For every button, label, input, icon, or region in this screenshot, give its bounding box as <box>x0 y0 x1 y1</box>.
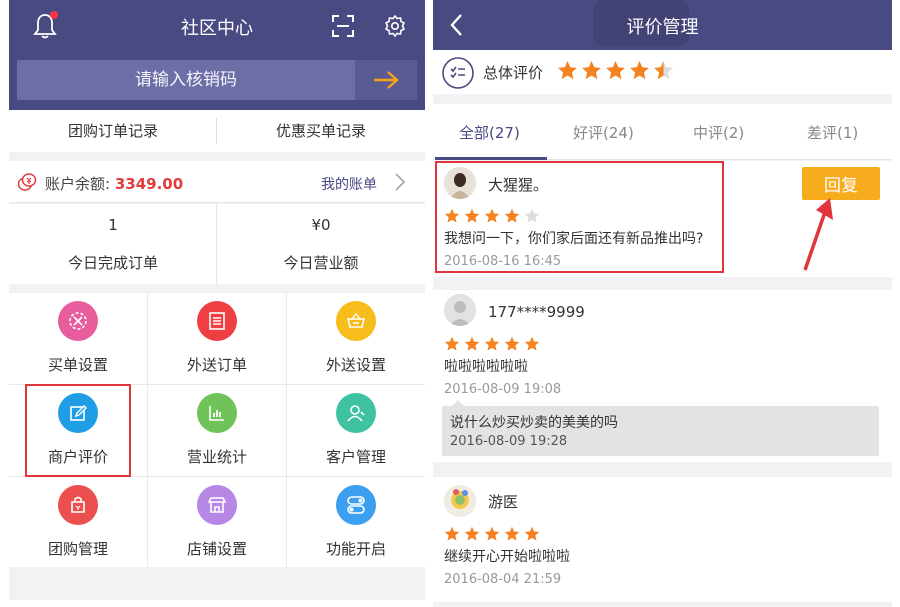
star-half-icon <box>654 61 673 80</box>
star-filled-icon <box>524 526 540 541</box>
star-filled-icon <box>444 336 460 351</box>
redeem-code-bar <box>17 60 417 100</box>
customer-management-icon <box>336 393 376 433</box>
grid-item-label: 营业统计 <box>186 448 247 466</box>
review-time: 2016-08-09 19:08 <box>444 382 562 397</box>
highlight-box <box>25 384 131 477</box>
stat-label: 今日营业额 <box>283 254 359 272</box>
star-filled-icon <box>504 526 520 541</box>
gear-icon[interactable] <box>383 14 407 38</box>
scan-icon[interactable] <box>331 14 355 38</box>
grid-item-label: 外送订单 <box>186 356 247 374</box>
stat-revenue: ¥0 今日营业额 <box>217 204 425 284</box>
record-tabs: 团购订单记录 优惠买单记录 <box>9 110 425 152</box>
grid-item-delivery-orders[interactable]: 外送订单 <box>148 293 286 384</box>
avatar <box>444 485 476 517</box>
grid-item-delivery-settings[interactable]: 外送设置 <box>287 293 425 384</box>
chevron-right-icon[interactable] <box>393 172 407 192</box>
page-title: 社区中心 <box>181 18 253 39</box>
tab-positive[interactable]: 好评(24) <box>573 122 634 143</box>
grid-item-business-stats[interactable]: 营业统计 <box>148 385 286 476</box>
review-item: 游医 继续开心开始啦啦啦 2016-08-04 21:59 <box>433 477 892 602</box>
star-filled-icon <box>558 61 577 80</box>
community-center-screen: 社区中心 团购订单记录 优惠买单记录 账户余额: 3349. <box>9 0 425 600</box>
stat-label: 今日完成订单 <box>67 254 158 272</box>
reply-time: 2016-08-09 19:28 <box>450 434 568 449</box>
tab-group-buy-records[interactable]: 团购订单记录 <box>9 110 217 152</box>
divider <box>147 293 148 567</box>
my-bill-link[interactable]: 我的账单 <box>321 174 377 194</box>
overall-rating-stars <box>557 60 674 82</box>
account-balance-row: 账户余额: 3349.00 我的账单 <box>9 161 425 203</box>
star-filled-icon <box>484 336 500 351</box>
grid-item-store-settings[interactable]: 店铺设置 <box>148 477 286 568</box>
submit-code-button[interactable] <box>355 60 417 100</box>
group-buy-management-icon <box>58 485 98 525</box>
tab-discount-records[interactable]: 优惠买单记录 <box>217 110 425 152</box>
star-filled-icon <box>630 61 649 80</box>
grid-item-feature-toggle[interactable]: 功能开启 <box>287 477 425 568</box>
top-bar: 社区中心 <box>9 0 425 110</box>
arrow-right-icon <box>374 71 399 89</box>
star-filled-icon <box>582 61 601 80</box>
pointer-arrow-icon <box>803 198 833 271</box>
tab-negative[interactable]: 差评(1) <box>807 122 858 143</box>
grid-item-label: 团购管理 <box>47 540 108 558</box>
review-filter-tabs: 全部(27) 好评(24) 中评(2) 差评(1) <box>433 104 892 160</box>
star-filled-icon <box>524 336 540 351</box>
overall-rating-row: 总体评价 <box>433 50 892 94</box>
rating-list-icon <box>442 57 474 89</box>
reply-text: 说什么炒买炒卖的美美的吗 <box>450 415 618 431</box>
review-management-screen: 评价管理 总体评价 全部(27) 好评(24) 中评(2) 差评(1) 大猩猩。… <box>433 0 892 607</box>
highlight-box <box>435 161 724 273</box>
grid-item-label: 店铺设置 <box>186 540 247 558</box>
star-filled-icon <box>504 336 520 351</box>
stat-value: ¥0 <box>311 216 331 234</box>
balance-label: 账户余额: 3349.00 <box>45 173 183 194</box>
overall-rating-label: 总体评价 <box>483 64 544 82</box>
today-stats: 1 今日完成订单 ¥0 今日营业额 <box>9 204 425 284</box>
page-title: 评价管理 <box>626 17 699 38</box>
review-text: 继续开心开始啦啦啦 <box>444 549 570 565</box>
divider <box>286 293 287 567</box>
star-filled-icon <box>464 526 480 541</box>
star-filled-icon <box>464 336 480 351</box>
star-filled-icon <box>444 526 460 541</box>
active-tab-indicator <box>435 157 547 160</box>
review-rating-stars <box>444 526 540 542</box>
star-filled-icon <box>484 526 500 541</box>
grid-item-customer-management[interactable]: 客户管理 <box>287 385 425 476</box>
grid-item-label: 外送设置 <box>325 356 386 374</box>
stat-completed-orders: 1 今日完成订单 <box>9 204 217 284</box>
feature-toggle-icon <box>336 485 376 525</box>
merchant-reply: 说什么炒买炒卖的美美的吗 2016-08-09 19:28 <box>442 400 879 456</box>
top-bar: 评价管理 <box>433 0 892 50</box>
store-settings-icon <box>197 485 237 525</box>
grid-item-label: 功能开启 <box>325 540 386 558</box>
balance-label-text: 账户余额: <box>45 175 115 193</box>
tab-neutral[interactable]: 中评(2) <box>693 122 744 143</box>
grid-item-label: 买单设置 <box>47 356 108 374</box>
star-filled-icon <box>606 61 625 80</box>
tab-all[interactable]: 全部(27) <box>459 122 520 143</box>
grid-item-label: 客户管理 <box>325 448 386 466</box>
buy-settings-icon <box>58 301 98 341</box>
review-text: 啦啦啦啦啦啦 <box>444 359 528 375</box>
grid-item-group-buy-management[interactable]: 团购管理 <box>9 477 147 568</box>
stat-value: 1 <box>108 216 118 234</box>
review-rating-stars <box>444 336 540 352</box>
grid-item-buy-settings[interactable]: 买单设置 <box>9 293 147 384</box>
business-stats-icon <box>197 393 237 433</box>
review-time: 2016-08-04 21:59 <box>444 572 562 587</box>
review-item: 177****9999 啦啦啦啦啦啦 2016-08-09 19:08 说什么炒… <box>433 290 892 462</box>
redeem-code-input[interactable] <box>17 60 355 100</box>
divider <box>216 204 217 284</box>
delivery-settings-icon <box>336 301 376 341</box>
reviewer-name: 177****9999 <box>488 303 585 321</box>
balance-value: 3349.00 <box>114 175 184 193</box>
avatar <box>444 294 476 326</box>
delivery-order-icon <box>197 301 237 341</box>
reviewer-name: 游医 <box>488 493 519 511</box>
coin-icon <box>17 173 37 191</box>
